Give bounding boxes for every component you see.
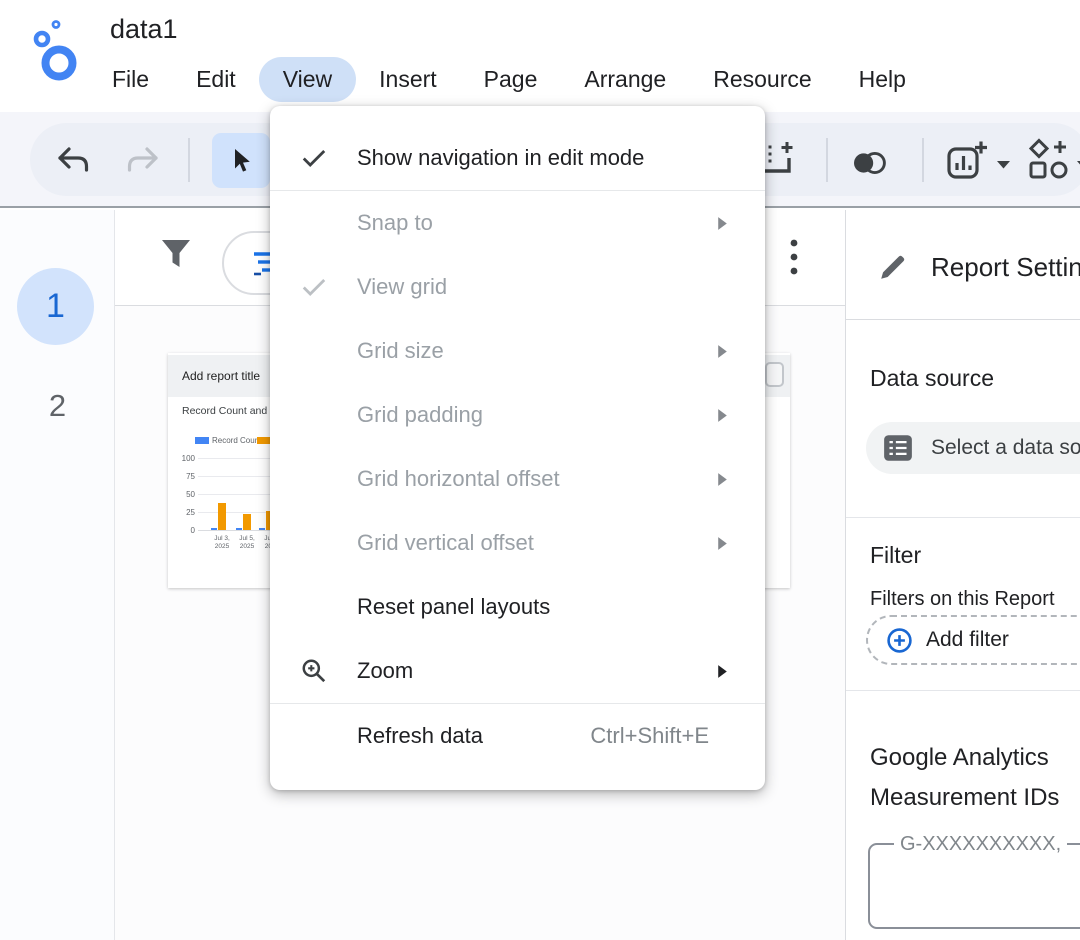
y-tick: 100 — [168, 454, 195, 463]
submenu-arrow-icon — [717, 664, 729, 679]
filter-heading: Filter — [870, 542, 921, 569]
menu-item-reset-panel-layouts[interactable]: Reset panel layouts — [270, 575, 765, 639]
menubar: File Edit View Insert Page Arrange Resou… — [112, 66, 906, 93]
section-divider — [846, 517, 1080, 518]
ga-heading-line2: Measurement IDs — [870, 778, 1059, 818]
x-tick: Jul 3, 2025 — [209, 535, 235, 551]
chevron-down-icon[interactable] — [1076, 160, 1080, 169]
report-header-button[interactable] — [765, 362, 784, 387]
keyboard-shortcut: Ctrl+Shift+E — [590, 723, 709, 749]
chart-title: Record Count and C — [182, 405, 278, 417]
menu-resource[interactable]: Resource — [713, 66, 811, 93]
filter-subtext: Filters on this Report — [870, 588, 1055, 611]
menu-item-view-grid[interactable]: View grid — [270, 255, 765, 319]
submenu-arrow-icon — [717, 472, 729, 487]
select-data-source-button[interactable]: Select a data source — [866, 422, 1080, 474]
select-tool-button[interactable] — [212, 133, 270, 188]
app-header: data1 File Edit View Insert Page Arrange… — [0, 0, 1080, 112]
select-data-source-label: Select a data source — [931, 436, 1080, 460]
page-1-button[interactable]: 1 — [17, 268, 94, 345]
bar-blue — [211, 528, 217, 530]
add-control-icon — [1027, 138, 1073, 182]
section-divider — [846, 690, 1080, 691]
menu-arrange[interactable]: Arrange — [584, 66, 666, 93]
submenu-arrow-icon — [717, 344, 729, 359]
menu-item-grid-horizontal-offset[interactable]: Grid horizontal offset — [270, 447, 765, 511]
ga-heading-line1: Google Analytics — [870, 738, 1059, 778]
menu-page[interactable]: Page — [484, 66, 538, 93]
page-2-button[interactable]: 2 — [0, 388, 115, 424]
add-filter-label: Add filter — [926, 628, 1009, 652]
data-source-icon — [882, 432, 914, 464]
legend-swatch-orange — [257, 437, 271, 444]
looker-studio-logo-icon[interactable] — [32, 18, 84, 82]
report-title-placeholder[interactable]: Add report title — [182, 355, 260, 397]
bar-blue — [259, 528, 265, 530]
toolbar-divider — [922, 138, 924, 182]
undo-button[interactable] — [53, 140, 93, 180]
pages-rail: 1 2 — [0, 210, 115, 940]
menu-item-snap-to[interactable]: Snap to — [270, 191, 765, 255]
panel-header: Report Settings — [846, 210, 1080, 320]
menu-item-grid-padding[interactable]: Grid padding — [270, 383, 765, 447]
menu-edit[interactable]: Edit — [196, 66, 236, 93]
menu-item-show-navigation[interactable]: Show navigation in edit mode — [270, 126, 765, 190]
menu-item-grid-vertical-offset[interactable]: Grid vertical offset — [270, 511, 765, 575]
y-tick: 50 — [168, 490, 195, 499]
x-tick: Jul 5, 2025 — [234, 535, 260, 551]
bar-orange — [243, 514, 251, 530]
add-control-button[interactable] — [1026, 137, 1074, 183]
panel-title: Report Settings — [931, 252, 1080, 283]
bar-orange — [218, 503, 226, 530]
ga-input-floating-label: G-XXXXXXXXXX, — [894, 833, 1067, 856]
blend-icon — [850, 146, 890, 180]
submenu-arrow-icon — [717, 536, 729, 551]
menu-item-zoom[interactable]: Zoom — [270, 639, 765, 703]
report-settings-panel: Report Settings Data source Select a dat… — [845, 210, 1080, 940]
checkmark-icon — [300, 144, 357, 172]
add-circle-icon — [886, 627, 913, 654]
redo-button[interactable] — [123, 140, 163, 180]
legend-label: Record Count — [212, 436, 261, 445]
view-dropdown-menu: Show navigation in edit mode Snap to Vie… — [270, 106, 765, 790]
bar-blue — [236, 528, 242, 530]
menu-file[interactable]: File — [112, 66, 149, 93]
toolbar-divider — [826, 138, 828, 182]
menu-view[interactable]: View — [259, 57, 356, 102]
menu-help[interactable]: Help — [859, 66, 906, 93]
redo-icon — [125, 143, 161, 177]
checkmark-icon — [300, 273, 357, 301]
ga-measurement-heading: Google Analytics Measurement IDs — [870, 738, 1059, 818]
y-tick: 25 — [168, 508, 195, 517]
undo-icon — [55, 143, 91, 177]
menu-item-refresh-data[interactable]: Refresh data Ctrl+Shift+E — [270, 704, 765, 768]
pencil-icon — [878, 252, 908, 282]
filter-funnel-icon[interactable] — [158, 236, 194, 274]
looker-studio-app: data1 File Edit View Insert Page Arrange… — [0, 0, 1080, 940]
data-source-heading: Data source — [870, 365, 994, 392]
document-title[interactable]: data1 — [110, 14, 178, 45]
add-filter-button[interactable]: Add filter — [866, 615, 1080, 665]
kebab-menu-icon — [790, 238, 798, 278]
submenu-arrow-icon — [717, 216, 729, 231]
chevron-down-icon[interactable] — [996, 160, 1011, 169]
y-tick: 75 — [168, 472, 195, 481]
menu-item-grid-size[interactable]: Grid size — [270, 319, 765, 383]
more-options-button[interactable] — [787, 236, 801, 280]
add-chart-icon — [945, 138, 991, 182]
submenu-arrow-icon — [717, 408, 729, 423]
y-tick: 0 — [168, 526, 195, 535]
blend-data-button[interactable] — [850, 143, 890, 183]
add-chart-button[interactable] — [944, 137, 992, 183]
menu-insert[interactable]: Insert — [379, 66, 437, 93]
cursor-arrow-icon — [228, 147, 254, 174]
legend-swatch-blue — [195, 437, 209, 444]
zoom-in-icon — [300, 657, 357, 685]
ga-measurement-id-input[interactable]: G-XXXXXXXXXX, — [868, 843, 1080, 929]
toolbar-divider — [188, 138, 190, 182]
